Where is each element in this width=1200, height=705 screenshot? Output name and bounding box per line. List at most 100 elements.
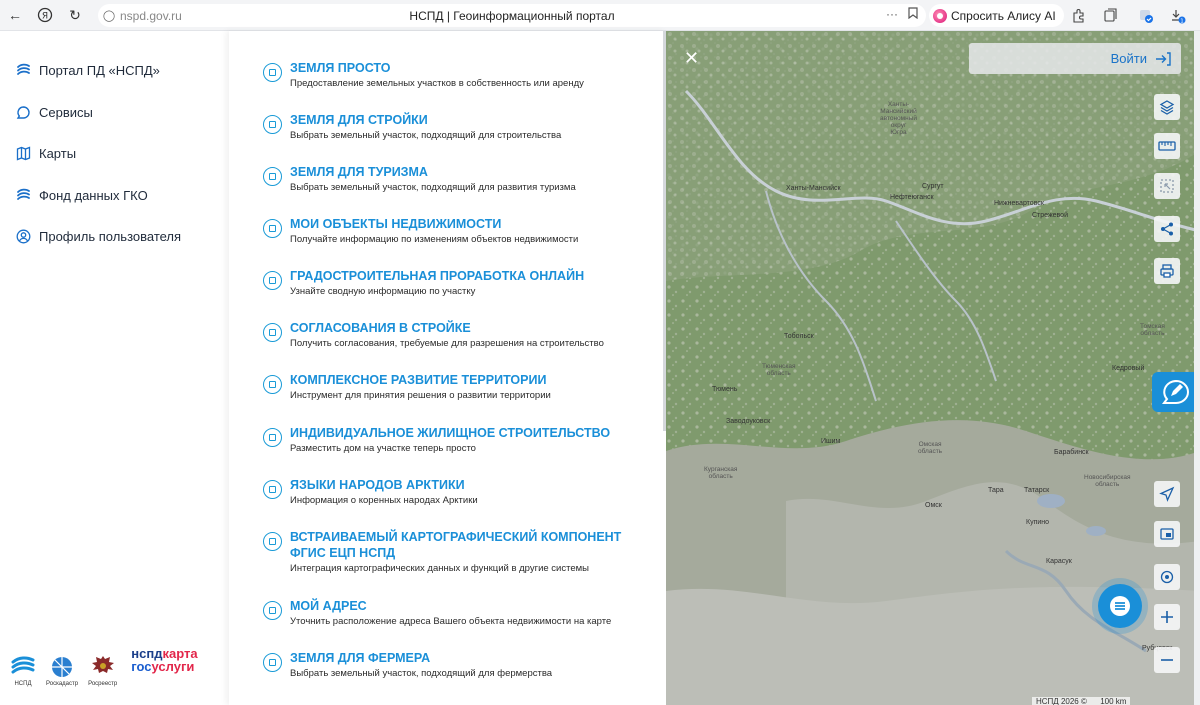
- service-title[interactable]: ЗЕМЛЯ ДЛЯ ТУРИЗМА: [290, 164, 576, 180]
- service-item[interactable]: МОЙ АДРЕС Уточнить расположение адреса Ва…: [263, 598, 653, 628]
- yandex-logo-icon[interactable]: Я: [30, 0, 60, 31]
- service-title[interactable]: ИНДИВИДУАЛЬНОЕ ЖИЛИЩНОЕ СТРОИТЕЛЬСТВО: [290, 425, 610, 441]
- map-label-ishim: Ишим: [821, 438, 841, 445]
- service-title[interactable]: ЗЕМЛЯ ДЛЯ СТРОЙКИ: [290, 112, 561, 128]
- brand-uslugi-text: услуги: [151, 659, 195, 674]
- extensions-icon[interactable]: [1066, 4, 1090, 27]
- map-label-tara: Тара: [988, 487, 1004, 494]
- map-label-tobolsk: Тобольск: [784, 333, 814, 340]
- service-icon: [263, 115, 282, 134]
- service-item[interactable]: ИНДИВИДУАЛЬНОЕ ЖИЛИЩНОЕ СТРОИТЕЛЬСТВО Раз…: [263, 425, 653, 455]
- service-item[interactable]: СОГЛАСОВАНИЯ В СТРОЙКЕ Получить согласова…: [263, 320, 653, 350]
- service-item[interactable]: ЗЕМЛЯ ДЛЯ ФЕРМЕРА Выбрать земельный участ…: [263, 650, 653, 680]
- service-item[interactable]: ЗЕМЛЯ ДЛЯ СТРОЙКИ Выбрать земельный участ…: [263, 112, 653, 142]
- sidebar-item-profile[interactable]: Профиль пользователя: [16, 229, 181, 244]
- nspd-caption: НСПД: [14, 681, 32, 687]
- sidebar-item-services[interactable]: Сервисы: [16, 105, 93, 120]
- sidebar-item-portal[interactable]: Портал ПД «НСПД»: [16, 63, 160, 78]
- sidebar-item-maps[interactable]: Карты: [16, 146, 76, 161]
- svg-text:Я: Я: [42, 12, 48, 22]
- service-title[interactable]: СОГЛАСОВАНИЯ В СТРОЙКЕ: [290, 320, 604, 336]
- select-area-button[interactable]: [1154, 173, 1180, 199]
- service-item[interactable]: ЗЕМЛЯ ДЛЯ ТУРИЗМА Выбрать земельный участ…: [263, 164, 653, 194]
- url-text: nspd.gov.ru: [120, 8, 182, 23]
- list-menu-icon: [1110, 596, 1130, 616]
- measure-button[interactable]: [1154, 133, 1180, 159]
- service-description: Предоставление земельных участков в собс…: [290, 78, 584, 89]
- translate-extension-icon[interactable]: [1134, 4, 1158, 27]
- service-title-line2[interactable]: ФГИС ЕЦП НСПД: [290, 545, 621, 561]
- service-item[interactable]: КОМПЛЕКСНОЕ РАЗВИТИЕ ТЕРРИТОРИИ Инструмен…: [263, 372, 653, 402]
- scale-distance: 100 km: [1100, 697, 1127, 705]
- nspd-emblem-icon: [11, 656, 35, 674]
- page-scrollbar[interactable]: [1194, 31, 1200, 705]
- more-dots-icon[interactable]: ···: [886, 7, 898, 22]
- service-description: Выбрать земельный участок, подходящий дл…: [290, 130, 562, 141]
- ruler-icon: [1158, 141, 1176, 151]
- close-panel-button[interactable]: ✕: [684, 49, 699, 67]
- service-item[interactable]: ЯЗЫКИ НАРОДОВ АРКТИКИ Информация о коренн…: [263, 477, 653, 507]
- login-button[interactable]: Войти: [969, 43, 1181, 74]
- service-title[interactable]: ЗЕМЛЯ ПРОСТО: [290, 60, 584, 76]
- geolocate-button[interactable]: [1154, 481, 1180, 507]
- print-button[interactable]: [1154, 258, 1180, 284]
- browser-toolbar: ← Я ↻ ◯ nspd.gov.ru НСПД | Геоинформацио…: [0, 0, 1200, 31]
- service-description: Информация о коренных народах Арктики: [290, 495, 478, 506]
- printer-icon: [1160, 264, 1174, 278]
- map-label-barabinsk: Барабинск: [1054, 449, 1089, 456]
- roskadastr-logo[interactable]: Роскадастр: [46, 656, 78, 687]
- chat-bubble-icon: [16, 105, 31, 120]
- service-icon: [263, 323, 282, 342]
- share-button[interactable]: [1154, 216, 1180, 242]
- service-item[interactable]: ВСТРАИВАЕМЫЙ КАРТОГРАФИЧЕСКИЙ КОМПОНЕНТ Ф…: [263, 529, 653, 575]
- service-title[interactable]: ЗЕМЛЯ ДЛЯ ФЕРМЕРА: [290, 650, 552, 666]
- minimap-button[interactable]: [1154, 521, 1180, 547]
- alice-button[interactable]: Спросить Алису AI: [929, 4, 1064, 27]
- partner-logos: НСПД Роскадастр Росреестр нспдкарта госу…: [10, 647, 198, 687]
- service-item[interactable]: ГРАДОСТРОИТЕЛЬНАЯ ПРОРАБОТКА ОНЛАЙН Узнай…: [263, 268, 653, 298]
- rosreestr-caption: Росреестр: [88, 681, 118, 687]
- map-label-kupino: Купино: [1026, 519, 1050, 526]
- service-description: Разместить дом на участке теперь просто: [290, 443, 476, 454]
- chat-side-tab[interactable]: [1152, 372, 1200, 412]
- service-title[interactable]: ГРАДОСТРОИТЕЛЬНАЯ ПРОРАБОТКА ОНЛАЙН: [290, 268, 584, 284]
- service-title[interactable]: КОМПЛЕКСНОЕ РАЗВИТИЕ ТЕРРИТОРИИ: [290, 372, 551, 388]
- zoom-in-button[interactable]: [1154, 604, 1180, 630]
- bookmark-icon[interactable]: [908, 7, 918, 22]
- collections-icon[interactable]: [1098, 4, 1122, 27]
- map-icon: [16, 146, 31, 161]
- sidebar-item-gko-fund[interactable]: Фонд данных ГКО: [16, 188, 148, 203]
- rosreestr-logo[interactable]: Росреестр: [88, 654, 117, 687]
- reload-icon[interactable]: ↻: [60, 0, 90, 31]
- service-title[interactable]: МОИ ОБЪЕКТЫ НЕДВИЖИМОСТИ: [290, 216, 578, 232]
- service-title[interactable]: ВСТРАИВАЕМЫЙ КАРТОГРАФИЧЕСКИЙ КОМПОНЕНТ: [290, 529, 621, 545]
- map-label-tomsk-oblast: Томская область: [1140, 323, 1165, 337]
- map-label-omsk-oblast: Омская область: [918, 441, 943, 455]
- service-icon: [263, 653, 282, 672]
- service-title[interactable]: ЯЗЫКИ НАРОДОВ АРКТИКИ: [290, 477, 478, 493]
- layers-button[interactable]: [1154, 94, 1180, 120]
- service-description: Интеграция картографических данных и фун…: [290, 563, 589, 574]
- service-title[interactable]: МОЙ АДРЕС: [290, 598, 611, 614]
- plus-icon: [1161, 611, 1173, 623]
- sidebar-item-label: Фонд данных ГКО: [39, 188, 148, 203]
- map-view[interactable]: Ханты- Мансийский автономный округ Югра …: [666, 31, 1200, 705]
- menu-fab-button[interactable]: [1098, 584, 1142, 628]
- back-arrow-icon[interactable]: ←: [0, 0, 30, 31]
- sidebar-item-label: Сервисы: [39, 105, 93, 120]
- service-item[interactable]: МОИ ОБЪЕКТЫ НЕДВИЖИМОСТИ Получайте информ…: [263, 216, 653, 246]
- service-item[interactable]: ЗЕМЛЯ ПРОСТО Предоставление земельных уча…: [263, 60, 653, 90]
- login-label: Войти: [1110, 51, 1147, 66]
- site-info-icon[interactable]: ◯: [98, 9, 120, 22]
- chat-pen-icon: [1162, 379, 1189, 404]
- location-search-button[interactable]: [1154, 564, 1180, 590]
- zoom-out-button[interactable]: [1154, 647, 1180, 673]
- nspd-logo[interactable]: НСПД: [10, 656, 36, 687]
- map-label-kurgan-oblast: Курганская область: [704, 466, 738, 480]
- minus-icon: [1161, 659, 1173, 661]
- map-label-nizhnevartovsk: Нижневартовск: [994, 200, 1044, 207]
- address-bar[interactable]: ◯ nspd.gov.ru НСПД | Геоинформационный п…: [98, 4, 926, 27]
- nspd-map-gosuslugi-logo[interactable]: нспдкарта госуслуги: [131, 647, 197, 673]
- downloads-icon[interactable]: 1: [1166, 4, 1190, 27]
- service-icon: [263, 601, 282, 620]
